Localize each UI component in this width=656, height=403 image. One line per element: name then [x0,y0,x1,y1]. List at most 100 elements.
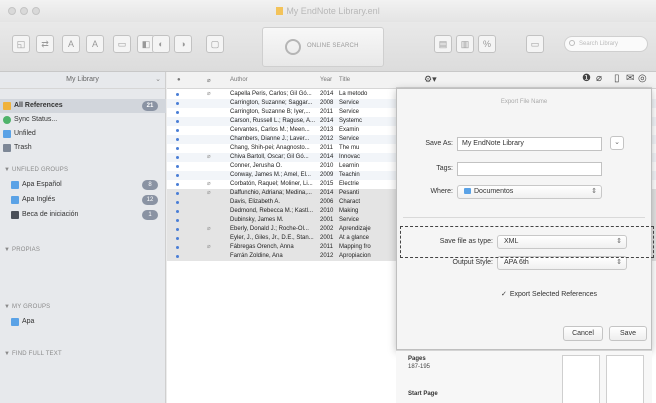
cell-author: Carrington, Suzanne; Saggar... [230,100,313,106]
where-value: Documentos [474,188,514,195]
toolbar-button-5[interactable]: ▭ [113,35,131,53]
column-year[interactable]: Year [320,77,332,83]
group-header-my-groups[interactable]: ▼ MY GROUPS [4,304,50,310]
cell-author: Eyler, J., Giles, Jr., D.E., Stan... [230,235,314,241]
pdf-thumbnail[interactable] [606,355,644,403]
online-search-button[interactable]: ONLINE SEARCH [262,27,384,67]
cell-title: Systemc [339,118,363,124]
toolbar-button-1[interactable]: ◱ [12,35,30,53]
unread-dot-icon [176,93,179,96]
sidebar-item-label: All References [14,102,63,109]
sidebar-item-label: Trash [14,144,32,151]
group-title: UNFILED GROUPS [12,167,69,173]
sidebar-item-sync-status[interactable]: Sync Status... [0,113,166,127]
save-button[interactable]: Save [609,326,647,341]
toolbar-button-3[interactable]: A [62,35,80,53]
cell-author: Dubinsky, James M. [230,217,284,223]
sidebar-header[interactable]: My Library ⌄ [0,72,165,89]
cancel-button-label: Cancel [572,330,594,337]
unread-dot-icon [176,219,179,222]
paperclip-icon: ⌀ [207,190,211,196]
toolbar-button-2[interactable]: ⇄ [36,35,54,53]
cell-author: Chambers, Dianne J.; Laver... [230,136,310,142]
search-placeholder: Search Library [579,41,619,47]
read-status-column-icon[interactable]: ● [177,77,181,83]
cell-author: Daffunchio, Adriana; Medina,... [230,190,312,196]
email-icon[interactable]: ✉ [626,73,634,84]
pdf-thumbnail[interactable] [562,355,600,403]
sidebar-item-unfiled[interactable]: Unfiled [0,127,166,141]
open-pdf-icon[interactable]: ▯ [614,73,620,84]
attach-icon[interactable]: ⌀ [596,73,602,84]
smart-group-icon [11,211,19,219]
paperclip-icon: ⌀ [207,91,211,97]
folder-icon [464,188,471,194]
cell-title: Service [339,136,360,142]
cancel-button[interactable]: Cancel [563,326,603,341]
info-icon[interactable]: ❶ [582,73,591,84]
sidebar-item-label: Unfiled [14,130,36,137]
sidebar-item-apa-espanol[interactable]: Apa Español 8 [0,178,166,192]
cell-year: 2008 [320,100,334,106]
paperclip-icon: ⌀ [207,181,211,187]
updown-arrow-icon: ⇕ [616,238,622,245]
column-title[interactable]: Title [339,77,350,83]
paperclip-icon: ⌀ [207,244,211,250]
title-bar: My EndNote Library.enl [0,0,656,22]
sidebar-item-all-references[interactable]: All References 21 [0,99,166,113]
toolbar-button-13[interactable]: ▭ [526,35,544,53]
toolbar-button-4[interactable]: A [86,35,104,53]
toolbar-button-7[interactable]: ◐ [152,35,170,53]
group-header-find-full-text[interactable]: ▼ FIND FULL TEXT [4,351,62,357]
cell-title: Examin [339,127,360,133]
toolbar-button-9[interactable]: ▢ [206,35,224,53]
cell-year: 2014 [320,154,334,160]
toolbar-button-11[interactable]: ▥ [456,35,474,53]
output-style-value: APA 6th [504,259,529,266]
output-style-select[interactable]: APA 6th ⇕ [497,256,627,270]
group-header-unfiled-groups[interactable]: ▼ UNFILED GROUPS [4,167,68,173]
reference-pane-toolbar: ⚙▾ ❶ ⌀ ▯ ✉ ◎ [396,72,652,88]
link-icon[interactable]: ◎ [638,73,647,84]
group-icon [11,196,19,204]
sidebar-item-trash[interactable]: Trash [0,141,166,155]
cell-author: Conner, Jerusha O. [230,163,283,169]
save-as-field[interactable]: My EndNote Library [457,137,602,151]
export-selected-label: Export Selected References [509,291,598,298]
expand-dialog-button[interactable]: ⌄ [610,136,624,150]
toolbar-button-8[interactable]: ◑ [174,35,192,53]
cell-title: The mu [339,145,360,151]
tags-field[interactable] [457,162,602,176]
cell-title: Service [339,100,360,106]
group-header-propias[interactable]: ▼ PROPIAS [4,247,40,253]
sidebar: My Library ⌄ All References 21 Sync Statu… [0,72,166,403]
toolbar-button-12[interactable]: % [478,35,496,53]
sidebar-item-beca-de-iniciacion[interactable]: Beca de iniciación 1 [0,208,166,222]
unfiled-icon [3,130,11,138]
pages-value[interactable]: 187-195 [408,364,430,370]
document-icon [276,7,284,15]
sidebar-item-apa-ingles[interactable]: Apa Inglés 12 [0,193,166,207]
save-file-type-select[interactable]: XML ⇕ [497,235,627,249]
count-badge: 21 [142,101,158,111]
search-library-field[interactable]: Search Library [564,36,648,52]
cell-title: Making [339,208,359,214]
unread-dot-icon [176,228,179,231]
attachment-column-icon[interactable]: ⌀ [207,77,211,84]
gear-icon[interactable]: ⚙▾ [424,74,437,85]
export-selected-checkbox[interactable]: ✓ Export Selected References [501,290,597,298]
cell-author: Eberly, Donald J.; Roche-Ol... [230,226,309,232]
toolbar-button-10[interactable]: ▤ [434,35,452,53]
unread-dot-icon [176,111,179,114]
cell-title: La metodo [339,91,368,97]
where-select[interactable]: Documentos ⇕ [457,185,602,199]
sidebar-item-apa[interactable]: Apa [0,315,166,329]
chevron-down-icon[interactable]: ⌄ [155,72,161,88]
column-author[interactable]: Author [230,77,248,83]
cell-year: 2009 [320,172,334,178]
library-icon [3,102,11,110]
cell-year: 2011 [320,109,333,115]
dialog-title: Export File Name [500,99,548,105]
save-button-label: Save [620,330,636,337]
window-title-text: My EndNote Library.enl [286,6,380,16]
